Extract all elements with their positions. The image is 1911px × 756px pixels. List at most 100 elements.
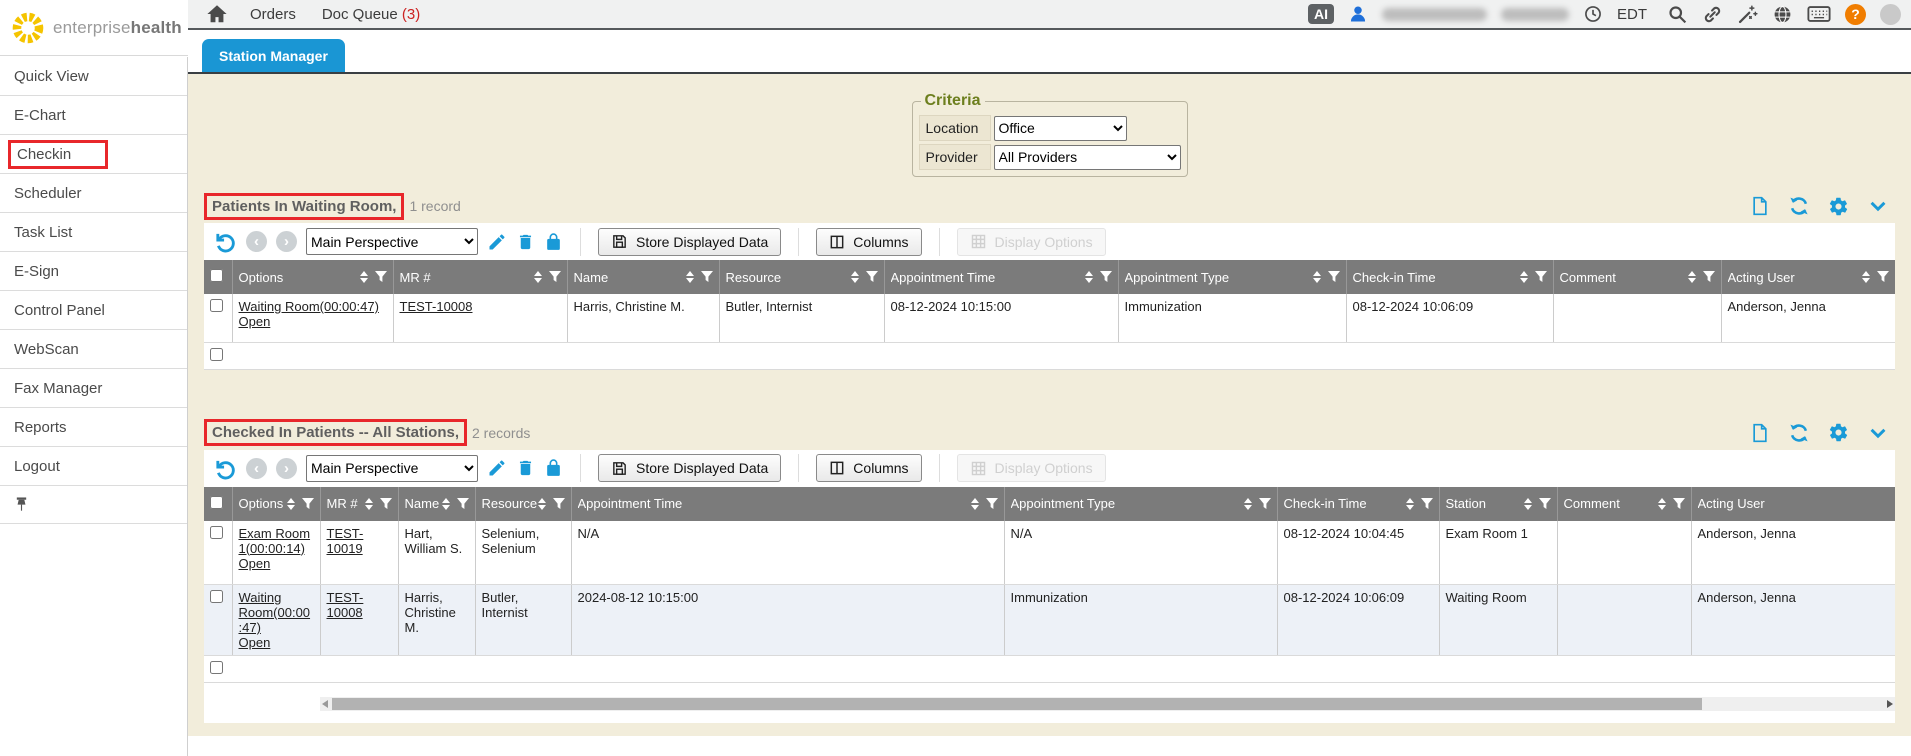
sort-icon[interactable]	[1244, 498, 1252, 510]
link-icon[interactable]	[1702, 4, 1723, 25]
station-status-link[interactable]: Exam Room 1(00:00:14)	[239, 526, 311, 556]
station-status-link[interactable]: Waiting Room(00:00:47)	[239, 299, 379, 314]
scroll-left-arrow-icon[interactable]	[322, 700, 328, 708]
mr-number-link[interactable]: TEST-10008	[400, 299, 473, 314]
scroll-right-arrow-icon[interactable]	[1887, 700, 1893, 708]
filter-icon[interactable]	[1535, 271, 1547, 283]
edit-pencil-icon[interactable]	[487, 232, 507, 252]
sort-icon[interactable]	[534, 271, 542, 283]
store-displayed-data-button[interactable]: Store Displayed Data	[598, 228, 781, 256]
edit-pencil-icon[interactable]	[487, 458, 507, 478]
sort-icon[interactable]	[1313, 271, 1321, 283]
filter-icon[interactable]	[1539, 498, 1551, 510]
row-checkbox[interactable]	[210, 299, 223, 312]
location-select[interactable]: Office	[994, 116, 1127, 141]
open-link[interactable]: Open	[239, 635, 271, 650]
filter-icon[interactable]	[1877, 271, 1889, 283]
scrollbar-thumb[interactable]	[332, 698, 1702, 710]
sidebar-item-e-sign[interactable]: E-Sign	[0, 252, 187, 291]
new-document-icon[interactable]	[1750, 423, 1770, 443]
sidebar-item-fax-manager[interactable]: Fax Manager	[0, 369, 187, 408]
filter-icon[interactable]	[549, 271, 561, 283]
wand-icon[interactable]	[1737, 4, 1758, 25]
sort-icon[interactable]	[1862, 271, 1870, 283]
search-icon[interactable]	[1667, 4, 1688, 25]
sort-icon[interactable]	[971, 498, 979, 510]
new-document-icon[interactable]	[1750, 196, 1770, 216]
keyboard-icon[interactable]	[1807, 4, 1831, 24]
mr-number-link[interactable]: TEST-10008	[327, 590, 364, 620]
sidebar-item-webscan[interactable]: WebScan	[0, 330, 187, 369]
sidebar-item-scheduler[interactable]: Scheduler	[0, 174, 187, 213]
sort-icon[interactable]	[1085, 271, 1093, 283]
filter-icon[interactable]	[457, 498, 469, 510]
select-all-checkbox[interactable]	[210, 496, 223, 509]
refresh-icon[interactable]	[1788, 195, 1810, 217]
open-link[interactable]: Open	[239, 556, 271, 571]
row-checkbox[interactable]	[210, 590, 223, 603]
sort-icon[interactable]	[1406, 498, 1414, 510]
sort-icon[interactable]	[442, 498, 450, 510]
filter-icon[interactable]	[375, 271, 387, 283]
filter-icon[interactable]	[380, 498, 392, 510]
filter-icon[interactable]	[986, 498, 998, 510]
filter-icon[interactable]	[553, 498, 565, 510]
sidebar-item-task-list[interactable]: Task List	[0, 213, 187, 252]
provider-select[interactable]: All Providers	[994, 145, 1181, 170]
store-displayed-data-button[interactable]: Store Displayed Data	[598, 454, 781, 482]
station-status-link[interactable]: Waiting Room(00:00:47)	[239, 590, 311, 635]
filter-icon[interactable]	[1328, 271, 1340, 283]
sort-icon[interactable]	[360, 271, 368, 283]
collapse-chevron-icon[interactable]	[1867, 422, 1889, 444]
new-row-checkbox[interactable]	[210, 661, 223, 674]
next-perspective-button[interactable]: ›	[276, 231, 297, 252]
filter-icon[interactable]	[866, 271, 878, 283]
gear-icon[interactable]	[1828, 196, 1849, 217]
gear-icon[interactable]	[1828, 422, 1849, 443]
row-checkbox[interactable]	[210, 526, 223, 539]
prev-perspective-button[interactable]: ‹	[246, 458, 267, 479]
undo-icon[interactable]	[214, 230, 237, 253]
sidebar-item-quick-view[interactable]: Quick View	[0, 57, 187, 96]
filter-icon[interactable]	[302, 498, 314, 510]
help-icon[interactable]: ?	[1845, 4, 1866, 25]
perspective-select[interactable]: Main Perspective	[306, 228, 478, 255]
columns-button[interactable]: Columns	[816, 228, 921, 256]
sidebar-pin-row[interactable]	[0, 486, 187, 524]
sort-icon[interactable]	[1658, 498, 1666, 510]
select-all-checkbox[interactable]	[210, 269, 223, 282]
columns-button[interactable]: Columns	[816, 454, 921, 482]
sort-icon[interactable]	[851, 271, 859, 283]
sidebar-item-checkin[interactable]: Checkin	[0, 135, 187, 174]
sort-icon[interactable]	[538, 498, 546, 510]
clock-icon[interactable]	[1583, 4, 1603, 24]
lock-icon[interactable]	[544, 232, 563, 252]
avatar[interactable]	[1880, 4, 1901, 25]
ai-badge[interactable]: AI	[1308, 4, 1334, 25]
sort-icon[interactable]	[1688, 271, 1696, 283]
delete-trash-icon[interactable]	[516, 458, 535, 478]
tab-station-manager[interactable]: Station Manager	[202, 39, 345, 72]
open-link[interactable]: Open	[239, 314, 271, 329]
sort-icon[interactable]	[1520, 271, 1528, 283]
delete-trash-icon[interactable]	[516, 232, 535, 252]
sort-icon[interactable]	[1524, 498, 1532, 510]
filter-icon[interactable]	[1100, 271, 1112, 283]
sidebar-item-control-panel[interactable]: Control Panel	[0, 291, 187, 330]
next-perspective-button[interactable]: ›	[276, 458, 297, 479]
undo-icon[interactable]	[214, 457, 237, 480]
filter-icon[interactable]	[1259, 498, 1271, 510]
horizontal-scrollbar[interactable]	[320, 697, 1895, 711]
home-icon[interactable]	[206, 3, 228, 25]
sort-icon[interactable]	[365, 498, 373, 510]
collapse-chevron-icon[interactable]	[1867, 195, 1889, 217]
nav-doc-queue[interactable]: Doc Queue (3)	[322, 6, 420, 23]
sort-icon[interactable]	[287, 498, 295, 510]
lock-icon[interactable]	[544, 458, 563, 478]
new-row-checkbox[interactable]	[210, 348, 223, 361]
filter-icon[interactable]	[1673, 498, 1685, 510]
sidebar-item-e-chart[interactable]: E-Chart	[0, 96, 187, 135]
sort-icon[interactable]	[686, 271, 694, 283]
sidebar-item-reports[interactable]: Reports	[0, 408, 187, 447]
refresh-icon[interactable]	[1788, 422, 1810, 444]
